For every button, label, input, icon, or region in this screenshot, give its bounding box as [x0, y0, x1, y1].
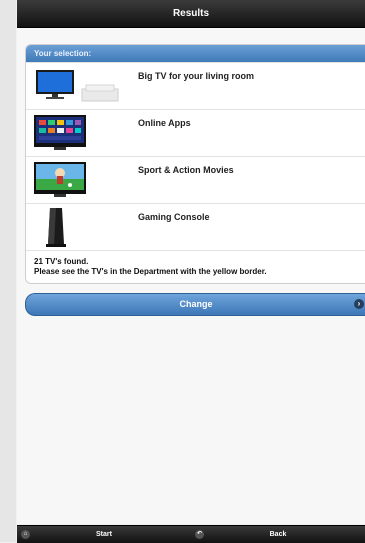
- start-button-label: Start: [96, 531, 112, 538]
- selection-panel: Your selection: Big TV for your living r…: [25, 44, 365, 284]
- list-item-label: Gaming Console: [138, 212, 210, 222]
- gaming-console-image: [26, 204, 126, 250]
- page-title: Results: [172, 8, 210, 19]
- content-area: Your selection: Big TV for your living r…: [17, 28, 365, 524]
- panel-title: Your selection:: [26, 45, 365, 62]
- list-item[interactable]: Sport & Action Movies: [26, 156, 365, 203]
- list-item[interactable]: Online Apps: [26, 109, 365, 156]
- start-button[interactable]: ⌂ Start: [17, 526, 191, 543]
- footer-bar: ⌂ Start ↶ Back: [17, 525, 365, 543]
- back-button-label: Back: [269, 531, 287, 538]
- results-count: 21 TV's found.: [34, 257, 89, 266]
- list-item-label: Online Apps: [138, 118, 191, 128]
- online-apps-tv-image: [26, 110, 126, 156]
- list-item-label: Big TV for your living room: [138, 71, 255, 81]
- big-tv-image: [26, 63, 126, 109]
- back-icon: ↶: [195, 530, 204, 539]
- list-item[interactable]: Big TV for your living room: [26, 62, 365, 109]
- change-button[interactable]: Change ›: [25, 293, 365, 316]
- back-button[interactable]: ↶ Back: [191, 526, 365, 543]
- change-button-label: Change: [179, 299, 213, 309]
- home-icon: ⌂: [21, 530, 30, 539]
- sport-tv-image: [26, 157, 126, 203]
- results-summary: 21 TV's found. Please see the TV's in th…: [26, 250, 365, 283]
- list-item[interactable]: Gaming Console: [26, 203, 365, 250]
- left-edge-strip: [0, 0, 16, 542]
- results-hint: Please see the TV's in the Department wi…: [34, 267, 267, 276]
- chevron-right-icon: ›: [354, 299, 364, 309]
- header-bar: Results: [17, 0, 365, 28]
- list-item-label: Sport & Action Movies: [138, 165, 234, 175]
